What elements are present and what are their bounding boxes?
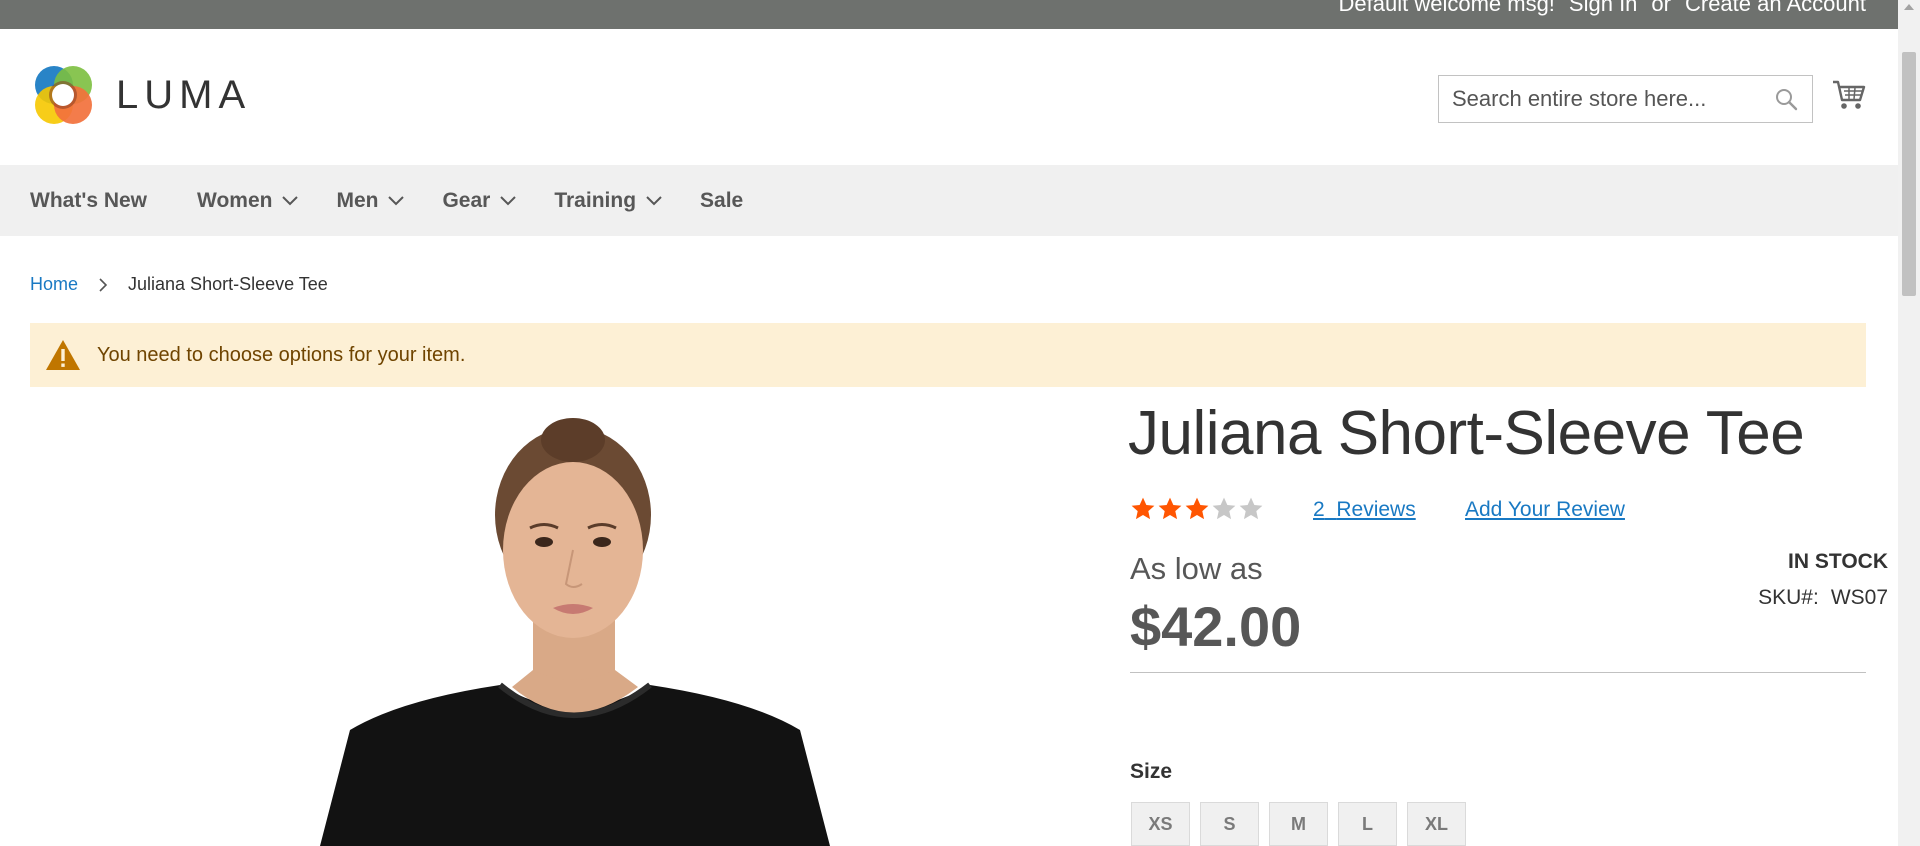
- cart-icon[interactable]: [1832, 79, 1866, 116]
- nav-item-label: Gear: [442, 188, 491, 212]
- sku-label: SKU#:: [1758, 586, 1819, 609]
- breadcrumb-home-link[interactable]: Home: [30, 274, 78, 295]
- logo[interactable]: LUMA: [30, 62, 251, 128]
- product-image[interactable]: [150, 400, 970, 846]
- star-filled-icon: [1185, 497, 1209, 520]
- size-option-xl[interactable]: XL: [1407, 802, 1466, 846]
- nav-item-label: Training: [554, 188, 637, 212]
- reviews-label: Reviews: [1336, 498, 1416, 521]
- create-account-link[interactable]: Create an Account: [1685, 0, 1866, 17]
- product-photo: [320, 418, 830, 846]
- product-title: Juliana Short-Sleeve Tee: [1128, 399, 1805, 468]
- rating-stars: [1130, 496, 1264, 522]
- page-header: LUMA: [0, 29, 1898, 165]
- breadcrumb: Home Juliana Short-Sleeve Tee: [30, 274, 328, 295]
- size-option-s[interactable]: S: [1200, 802, 1259, 846]
- nav-item-label: Women: [197, 188, 273, 212]
- star-filled-icon: [1131, 497, 1155, 520]
- nav-item-label: What's New: [30, 188, 148, 212]
- star-empty-icon: [1212, 497, 1236, 520]
- scrollbar-thumb[interactable]: [1902, 52, 1916, 296]
- warning-icon: [46, 340, 80, 370]
- welcome-message: Default welcome msg!: [1338, 0, 1555, 16]
- logo-text: LUMA: [116, 72, 252, 117]
- chevron-down-icon: [500, 195, 517, 205]
- price-prefix: As low as: [1130, 551, 1263, 586]
- top-panel: Default welcome msg! Sign In or Create a…: [0, 0, 1898, 29]
- search-box: [1438, 75, 1813, 123]
- product-rating: [1130, 496, 1264, 522]
- size-option-m[interactable]: M: [1269, 802, 1328, 846]
- nav-item-label: Men: [336, 188, 379, 212]
- star-empty-icon: [1239, 497, 1263, 520]
- main-navigation: What's New Women Men Gear Training Sale: [0, 165, 1898, 236]
- nav-item-sale[interactable]: Sale: [700, 189, 743, 213]
- search-input[interactable]: [1439, 76, 1812, 122]
- price-divider: [1130, 672, 1866, 673]
- nav-item-label: Sale: [700, 188, 744, 212]
- sku-value: WS07: [1830, 586, 1888, 609]
- reviews-count: 2: [1313, 498, 1325, 521]
- sign-in-link[interactable]: Sign In: [1569, 0, 1638, 17]
- stock-status: IN STOCK: [1788, 550, 1888, 573]
- add-review-link[interactable]: Add Your Review: [1465, 498, 1625, 522]
- chevron-down-icon: [388, 195, 405, 205]
- size-swatches: XS S M L XL: [1131, 802, 1466, 846]
- nav-item-women[interactable]: Women: [197, 188, 299, 213]
- size-option-l[interactable]: L: [1338, 802, 1397, 846]
- nav-item-training[interactable]: Training: [554, 189, 662, 213]
- search-icon[interactable]: [1774, 87, 1798, 116]
- message-text: You need to choose options for your item…: [97, 343, 466, 366]
- nav-item-men[interactable]: Men: [336, 188, 405, 213]
- star-filled-icon: [1158, 497, 1182, 520]
- size-label: Size: [1130, 760, 1173, 783]
- reviews-link[interactable]: 2 Reviews: [1313, 498, 1416, 522]
- luma-logo-icon: [35, 66, 92, 124]
- or-text: or: [1651, 0, 1671, 16]
- nav-item-whats-new[interactable]: What's New: [30, 189, 147, 213]
- size-option-xs[interactable]: XS: [1131, 802, 1190, 846]
- header-links: Default welcome msg! Sign In or Create a…: [1339, 0, 1867, 17]
- page-scrollbar[interactable]: [1898, 0, 1920, 846]
- product-sku: SKU#: WS07: [1758, 586, 1888, 610]
- chevron-down-icon: [646, 195, 662, 205]
- scroll-up-arrow-icon[interactable]: [1904, 4, 1914, 10]
- breadcrumb-current: Juliana Short-Sleeve Tee: [128, 274, 328, 294]
- chevron-right-icon: [99, 277, 108, 292]
- nav-item-gear[interactable]: Gear: [442, 188, 517, 213]
- warning-message: You need to choose options for your item…: [30, 323, 1866, 387]
- product-price: $42.00: [1130, 595, 1302, 658]
- chevron-down-icon: [282, 195, 299, 205]
